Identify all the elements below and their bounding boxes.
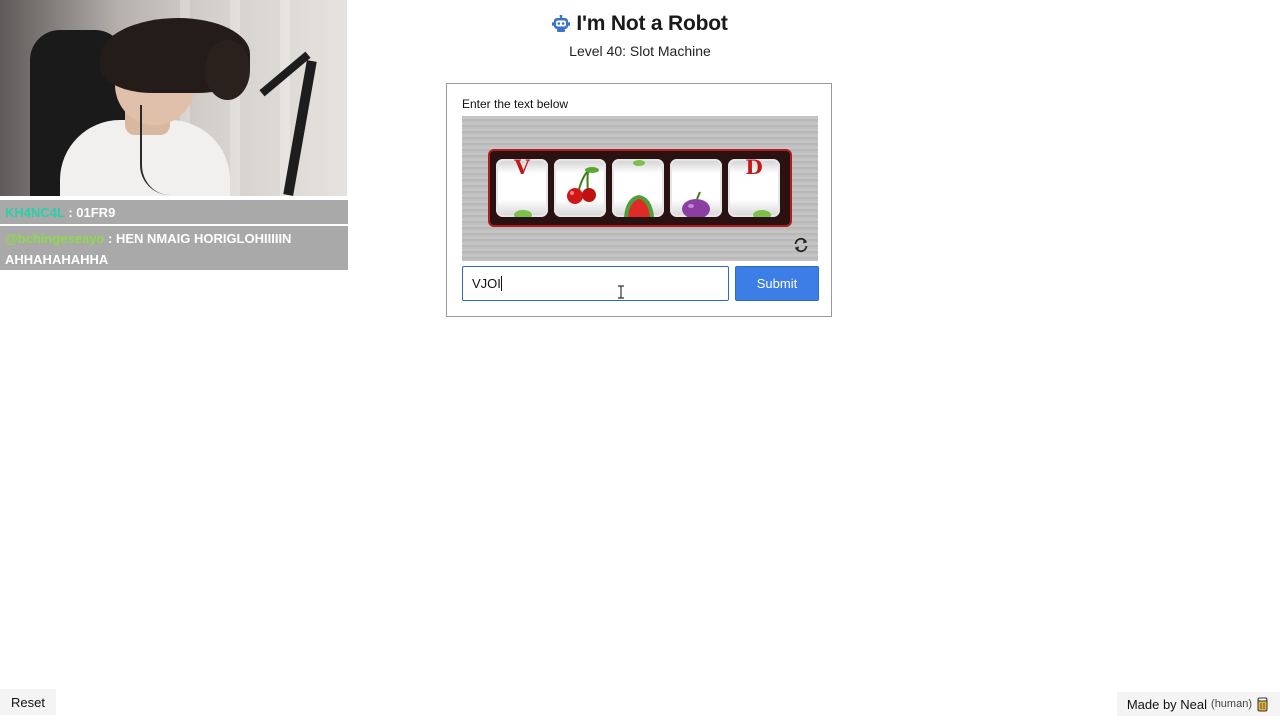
plum-reel (670, 159, 722, 217)
chat-separator: : (104, 231, 116, 246)
slot-machine-frame: V D (488, 149, 792, 227)
chat-username: KH4NC4L (5, 205, 65, 220)
letter-v-reel: V (496, 159, 548, 217)
letter-d-reel: D (728, 159, 780, 217)
chat-message: KH4NC4L : 01FR9 (0, 200, 348, 224)
watermelon-icon (624, 160, 654, 217)
chat-separator: : (64, 205, 77, 220)
reset-button[interactable]: Reset (0, 689, 56, 715)
page-title: I'm Not a Robot (552, 12, 728, 36)
credit-note: (human) (1211, 698, 1252, 710)
text-caret (501, 276, 502, 291)
text-cursor-icon (618, 285, 624, 299)
captcha-instruction: Enter the text below (462, 97, 569, 111)
captcha-card: Enter the text below V D VJOI Submit (446, 83, 832, 317)
chat-text: 01FR9 (76, 205, 116, 220)
credit-badge[interactable]: Made by Neal (human) (1116, 692, 1280, 716)
robot-icon (552, 15, 571, 32)
chat-message: @bchingeseayo : HEN NMAIG HORIGLOHIIIIIN… (0, 226, 348, 270)
watermelon-reel (612, 159, 664, 217)
refresh-icon[interactable] (792, 236, 810, 254)
submit-button[interactable]: Submit (735, 266, 819, 301)
plum-icon (682, 191, 710, 217)
page-header: I'm Not a Robot (0, 12, 1280, 38)
chat-username: @bchingeseayo (5, 231, 105, 246)
page-title-text: I'm Not a Robot (576, 12, 728, 35)
level-subtitle: Level 40: Slot Machine (569, 43, 711, 59)
leaf-icon (753, 210, 771, 217)
cherry-icon (567, 167, 599, 204)
slot-machine-panel: V D (462, 116, 818, 261)
credit-text: Made by Neal (1126, 696, 1208, 712)
cherry-reel (554, 159, 606, 217)
leaf-icon (514, 210, 532, 217)
beer-icon (1257, 697, 1268, 712)
captcha-answer-input[interactable] (462, 266, 729, 301)
